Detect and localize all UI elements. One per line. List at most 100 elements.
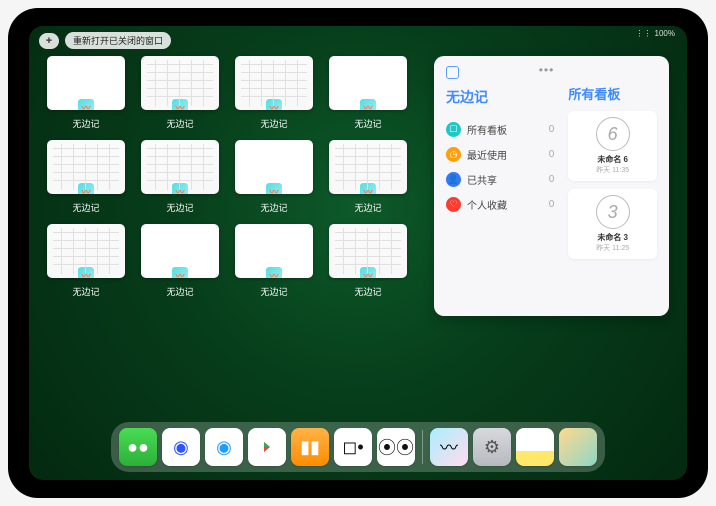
- window-label: 无边记: [72, 117, 99, 130]
- sidebar-item-label: 最近使用: [467, 147, 507, 162]
- recent-icon: ◷: [446, 147, 461, 162]
- window-preview: [47, 56, 125, 110]
- freeform-app-icon: [359, 98, 377, 110]
- dock-app-settings[interactable]: ⚙︎: [473, 428, 511, 466]
- window-thumbnail[interactable]: 无边记: [329, 140, 407, 214]
- window-thumbnail[interactable]: 无边记: [235, 224, 313, 298]
- window-thumbnail[interactable]: 无边记: [141, 224, 219, 298]
- window-label: 无边记: [354, 117, 381, 130]
- battery-label: 100%: [655, 29, 675, 38]
- window-thumbnail[interactable]: 无边记: [329, 224, 407, 298]
- ipad-bezel: ⋮⋮ 100% + 重新打开已关闭的窗口 无边记无边记无边记无边记无边记无边记无…: [8, 8, 708, 498]
- sidebar-item-label: 已共享: [467, 172, 497, 187]
- sidebar-item-label: 个人收藏: [467, 197, 507, 212]
- window-preview: [47, 140, 125, 194]
- freeform-app-icon: [77, 182, 95, 194]
- dock-app-controller[interactable]: ⦿⦿: [377, 428, 415, 466]
- board-thumbnail: 6: [596, 117, 630, 151]
- window-label: 无边记: [72, 201, 99, 214]
- freeform-app-icon: [77, 98, 95, 110]
- dock-app-wechat[interactable]: ●●: [119, 428, 157, 466]
- window-thumbnail[interactable]: 无边记: [47, 56, 125, 130]
- freeform-app-icon: [359, 266, 377, 278]
- freeform-app-icon: [171, 182, 189, 194]
- window-thumbnail[interactable]: 无边记: [141, 56, 219, 130]
- reopen-closed-window-button[interactable]: 重新打开已关闭的窗口: [65, 32, 171, 49]
- board-date: 昨天 11:25: [596, 243, 629, 253]
- shared-icon: 👤: [446, 172, 461, 187]
- freeform-app-icon: [359, 182, 377, 194]
- dock-app-qqbrowser[interactable]: ◉: [205, 428, 243, 466]
- dock-app-dice[interactable]: ◻•: [334, 428, 372, 466]
- freeform-app-icon: [171, 266, 189, 278]
- dock-app-library[interactable]: [559, 428, 597, 466]
- window-label: 无边记: [166, 285, 193, 298]
- dock-app-books[interactable]: ▮▮: [291, 428, 329, 466]
- dock: ●● ◉ ◉ ▮▮ ◻• ⦿⦿ 〰 ⚙︎: [111, 422, 605, 472]
- freeform-app-icon: [265, 266, 283, 278]
- new-window-button[interactable]: +: [39, 33, 59, 49]
- stage-manager-area: 无边记无边记无边记无边记无边记无边记无边记无边记无边记无边记无边记无边记 •••…: [47, 56, 669, 420]
- board-card[interactable]: 6 未命名 6昨天 11:35: [568, 111, 657, 181]
- wifi-icon: ⋮⋮: [636, 29, 652, 38]
- window-preview: [235, 56, 313, 110]
- window-thumbnail[interactable]: 无边记: [47, 140, 125, 214]
- window-preview: [141, 140, 219, 194]
- all-icon: ☐: [446, 122, 461, 137]
- window-preview: [235, 140, 313, 194]
- sidebar-item-all[interactable]: ☐所有看板0: [446, 117, 554, 142]
- sidebar-toggle-icon[interactable]: [446, 66, 459, 79]
- ipad-screen: ⋮⋮ 100% + 重新打开已关闭的窗口 无边记无边记无边记无边记无边记无边记无…: [29, 26, 687, 480]
- window-thumbnail[interactable]: 无边记: [47, 224, 125, 298]
- panel-content: 所有看板 6 未命名 6昨天 11:35 3 未命名 3昨天 11:25: [568, 66, 657, 306]
- sidebar-item-count: 0: [549, 174, 555, 185]
- freeform-app-icon: [171, 98, 189, 110]
- panel-sidebar: ••• 无边记 ☐所有看板0◷最近使用0👤已共享0♡个人收藏0: [446, 66, 554, 306]
- window-preview: [235, 224, 313, 278]
- board-thumbnail: 3: [596, 195, 630, 229]
- window-thumbnail[interactable]: 无边记: [235, 140, 313, 214]
- window-label: 无边记: [260, 117, 287, 130]
- fav-icon: ♡: [446, 197, 461, 212]
- window-preview: [141, 224, 219, 278]
- window-label: 无边记: [260, 201, 287, 214]
- board-name: 未命名 6: [597, 154, 628, 165]
- window-preview: [141, 56, 219, 110]
- window-label: 无边记: [166, 201, 193, 214]
- panel-title: 无边记: [446, 87, 554, 107]
- panel-more-icon[interactable]: •••: [539, 63, 555, 77]
- sidebar-item-shared[interactable]: 👤 已共享 0: [446, 167, 554, 192]
- dock-app-browser[interactable]: ◉: [162, 428, 200, 466]
- dock-separator: [422, 430, 423, 464]
- sidebar-item-fav[interactable]: ♡个人收藏0: [446, 192, 554, 217]
- window-label: 无边记: [354, 285, 381, 298]
- dock-app-notes[interactable]: [516, 428, 554, 466]
- status-bar: ⋮⋮ 100%: [636, 29, 675, 38]
- freeform-app-icon: [77, 266, 95, 278]
- window-preview: [329, 140, 407, 194]
- window-label: 无边记: [354, 201, 381, 214]
- panel-content-title: 所有看板: [568, 84, 657, 103]
- window-preview: [329, 224, 407, 278]
- sidebar-item-label: 所有看板: [467, 122, 507, 137]
- window-label: 无边记: [166, 117, 193, 130]
- freeform-app-icon: [265, 98, 283, 110]
- board-date: 昨天 11:35: [596, 165, 629, 175]
- board-name: 未命名 3: [597, 232, 628, 243]
- freeform-app-icon: [265, 182, 283, 194]
- window-preview: [329, 56, 407, 110]
- window-grid: 无边记无边记无边记无边记无边记无边记无边记无边记无边记无边记无边记无边记: [47, 56, 416, 420]
- dock-app-playstore[interactable]: [248, 428, 286, 466]
- window-thumbnail[interactable]: 无边记: [329, 56, 407, 130]
- sidebar-item-recent[interactable]: ◷ 最近使用 0: [446, 142, 554, 167]
- window-thumbnail[interactable]: 无边记: [141, 140, 219, 214]
- sidebar-item-count: 0: [549, 149, 555, 160]
- window-thumbnail[interactable]: 无边记: [235, 56, 313, 130]
- board-card[interactable]: 3 未命名 3昨天 11:25: [568, 189, 657, 259]
- window-label: 无边记: [72, 285, 99, 298]
- window-label: 无边记: [260, 285, 287, 298]
- top-controls: + 重新打开已关闭的窗口: [39, 32, 171, 49]
- window-preview: [47, 224, 125, 278]
- freeform-panel[interactable]: ••• 无边记 ☐所有看板0◷最近使用0👤已共享0♡个人收藏0 所有看板 6未命…: [434, 56, 669, 316]
- dock-app-freeform[interactable]: 〰: [430, 428, 468, 466]
